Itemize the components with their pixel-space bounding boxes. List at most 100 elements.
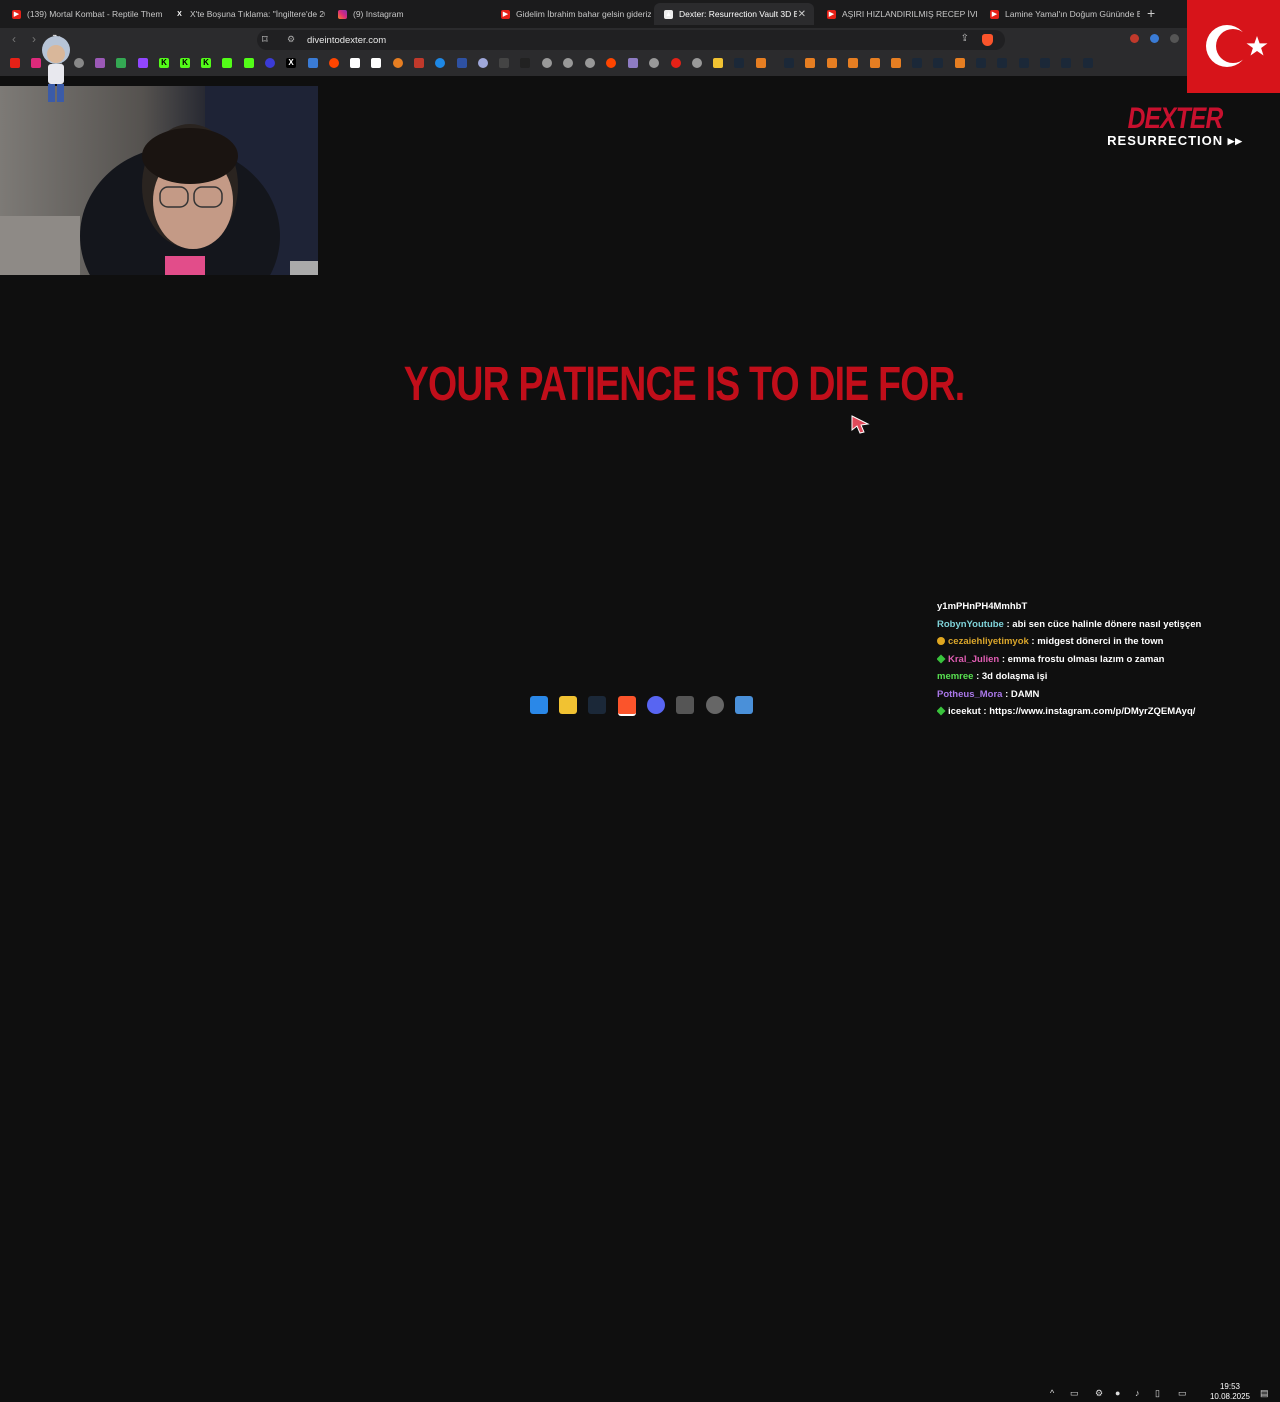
bookmark-icon[interactable] (805, 58, 815, 68)
bookmark-icon[interactable] (542, 58, 552, 68)
bookmark-icon[interactable] (350, 58, 360, 68)
bookmark-icon[interactable] (692, 58, 702, 68)
brave-shield-icon[interactable] (982, 34, 993, 46)
extension-icon[interactable] (1150, 34, 1159, 43)
steam-bookmark-icon[interactable] (912, 58, 922, 68)
bookmarks-bar: K K K X (0, 52, 1187, 76)
tray-steam-icon[interactable]: ● (1115, 1388, 1120, 1398)
bookmark-icon[interactable]: ⌑ (262, 33, 268, 46)
chat-text: : 3d dolaşma işi (973, 671, 1048, 682)
bookmark-icon[interactable] (628, 58, 638, 68)
chat-username: y1mPHnPH4MmhbT (937, 601, 1028, 612)
app-icon[interactable] (735, 696, 753, 714)
dexter-resurrection-logo[interactable]: DEXTER RESURRECTION ▸▸ (1090, 104, 1260, 148)
url-text[interactable]: diveintodexter.com (307, 35, 386, 46)
drive-bookmark-icon[interactable] (116, 58, 126, 68)
bookmark-icon[interactable] (827, 58, 837, 68)
bookmark-icon[interactable] (870, 58, 880, 68)
steam-bookmark-icon[interactable] (734, 58, 744, 68)
bookmark-icon[interactable] (457, 58, 467, 68)
bookmark-icon[interactable] (371, 58, 381, 68)
brave-icon[interactable] (618, 696, 636, 716)
share-icon[interactable]: ⇪ (961, 33, 969, 44)
obs-icon[interactable] (706, 696, 724, 714)
network-icon[interactable]: ▭ (1178, 1388, 1187, 1399)
notification-icon[interactable]: ▤ (1260, 1388, 1269, 1399)
bookmark-icon[interactable] (585, 58, 595, 68)
tab-recep-ivedi[interactable]: ▶ AŞIRI HIZLANDIRILMIŞ RECEP İVEDİ (817, 3, 977, 25)
system-clock[interactable]: 19:53 10.08.2025 (1206, 1382, 1254, 1402)
kick-bookmark-icon[interactable]: K (201, 58, 211, 68)
folder-icon[interactable] (713, 58, 723, 68)
bookmark-icon[interactable] (435, 58, 445, 68)
tab-dexter[interactable]: ▲ Dexter: Resurrection Vault 3D Ex ✕ (654, 3, 814, 25)
volume-icon[interactable]: ♪ (1135, 1388, 1140, 1398)
steam-bookmark-icon[interactable] (976, 58, 986, 68)
file-explorer-icon[interactable] (559, 696, 577, 714)
tab-title: X'te Boşuna Tıklama: "İngiltere'de 20 (190, 9, 325, 19)
discord-icon[interactable] (647, 696, 665, 714)
bookmark-icon[interactable] (891, 58, 901, 68)
chat-text: : emma frostu olması lazım o zaman (999, 653, 1165, 665)
steam-bookmark-icon[interactable] (997, 58, 1007, 68)
steam-icon[interactable] (588, 696, 606, 714)
bookmark-icon[interactable] (478, 58, 488, 68)
chat-message: Kral_Julien : emma frostu olması lazım o… (937, 651, 1212, 669)
tray-icon[interactable]: ⚙ (1095, 1388, 1103, 1399)
tab-strip: ▶ (139) Mortal Kombat - Reptile Theme X … (0, 0, 1187, 28)
back-icon[interactable]: ‹ (12, 32, 16, 46)
tab-instagram[interactable]: (9) Instagram (328, 3, 488, 25)
tab-x-post[interactable]: X X'te Boşuna Tıklama: "İngiltere'de 20 (165, 3, 325, 25)
bookmark-icon[interactable] (222, 58, 232, 68)
forward-icon[interactable]: › (32, 32, 36, 46)
bookmark-icon[interactable] (671, 58, 681, 68)
tray-icon[interactable]: ▯ (1155, 1388, 1160, 1399)
tab-title: AŞIRI HIZLANDIRILMIŞ RECEP İVEDİ (842, 9, 977, 19)
bookmark-icon[interactable] (95, 58, 105, 68)
bookmark-icon[interactable] (756, 58, 766, 68)
youtube-bookmark-icon[interactable] (10, 58, 20, 68)
tab-gidelim[interactable]: ▶ Gidelim İbrahim bahar gelsin gideriz (491, 3, 651, 25)
steam-bookmark-icon[interactable] (1061, 58, 1071, 68)
bookmark-icon[interactable] (308, 58, 318, 68)
chat-username: Kral_Julien (948, 653, 1000, 665)
tray-chevron-icon[interactable]: ^ (1050, 1388, 1054, 1398)
bookmark-icon[interactable] (414, 58, 424, 68)
address-bar[interactable]: ⌑ ⚙ diveintodexter.com ⇪ (257, 30, 1005, 50)
site-settings-icon[interactable]: ⚙ (287, 34, 295, 45)
steam-bookmark-icon[interactable] (1019, 58, 1029, 68)
bookmark-icon[interactable] (393, 58, 403, 68)
close-tab-icon[interactable]: ✕ (798, 9, 806, 20)
steam-bookmark-icon[interactable] (784, 58, 794, 68)
kick-bookmark-icon[interactable]: K (180, 58, 190, 68)
steam-bookmark-icon[interactable] (933, 58, 943, 68)
steam-bookmark-icon[interactable] (1083, 58, 1093, 68)
bookmark-icon[interactable] (265, 58, 275, 68)
bookmark-icon[interactable] (649, 58, 659, 68)
tray-icon[interactable]: ▭ (1070, 1388, 1079, 1399)
bookmark-icon[interactable] (499, 58, 509, 68)
bookmark-icon[interactable] (244, 58, 254, 68)
bookmark-icon[interactable] (606, 58, 616, 68)
bookmark-icon[interactable] (563, 58, 573, 68)
bookmark-icon[interactable] (848, 58, 858, 68)
extension-icon[interactable] (1130, 34, 1139, 43)
bookmark-icon[interactable] (520, 58, 530, 68)
app-icon[interactable] (676, 696, 694, 714)
new-tab-button[interactable]: + (1147, 5, 1155, 21)
tab-lamine-yamal[interactable]: ▶ Lamine Yamal'ın Doğum Gününde B (980, 3, 1140, 25)
bookmark-icon[interactable] (74, 58, 84, 68)
reddit-bookmark-icon[interactable] (329, 58, 339, 68)
steam-bookmark-icon[interactable] (1040, 58, 1050, 68)
extension-icon[interactable] (1170, 34, 1179, 43)
twitch-bookmark-icon[interactable] (138, 58, 148, 68)
x-bookmark-icon[interactable]: X (286, 58, 296, 68)
instagram-icon (338, 9, 347, 19)
kick-bookmark-icon[interactable]: K (159, 58, 169, 68)
clock-time: 19:53 (1219, 1382, 1241, 1391)
windows-start-icon[interactable] (530, 696, 548, 714)
tab-mortal-kombat[interactable]: ▶ (139) Mortal Kombat - Reptile Theme (2, 3, 162, 25)
bookmark-icon[interactable] (955, 58, 965, 68)
character-overlay-icon (42, 36, 70, 102)
taskbar: ^ ▭ ⚙ ● ♪ ▯ ▭ 19:53 10.08.2025 ▤ (0, 690, 1280, 1401)
